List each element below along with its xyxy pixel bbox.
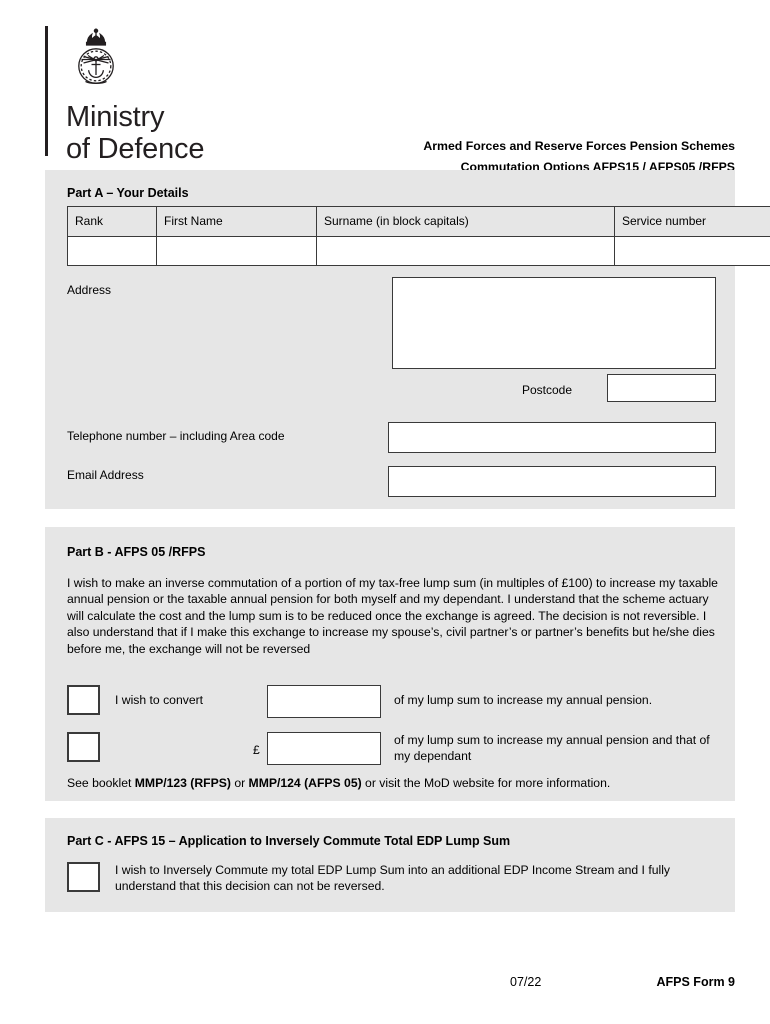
inversely-commute-edp-checkbox[interactable] [67, 862, 100, 892]
table-header-row: Rank First Name Surname (in block capita… [67, 206, 770, 237]
first-name-field[interactable] [156, 236, 317, 266]
mod-crest-icon [68, 26, 204, 97]
convert-amount-field-2[interactable] [267, 732, 381, 765]
table-row [67, 236, 770, 266]
booklet-note: See booklet MMP/123 (RFPS) or MMP/124 (A… [67, 776, 610, 790]
part-c-heading: Part C - AFPS 15 – Application to Invers… [67, 834, 511, 848]
footer-date: 07/22 [510, 975, 542, 989]
part-a-panel: Part A – Your Details Rank First Name Su… [45, 170, 770, 509]
convert-label: I wish to convert [115, 693, 204, 707]
form-page: Ministry of Defence Armed Forces and Res… [0, 0, 770, 1024]
surname-field[interactable] [316, 236, 615, 266]
part-b-option-1: I wish to convert of my lump sum to incr… [67, 685, 724, 718]
column-header-rank: Rank [67, 206, 157, 237]
convert-own-pension-checkbox[interactable] [67, 685, 100, 715]
mod-wordmark-line2: of Defence [66, 133, 205, 165]
postcode-label: Postcode [522, 383, 573, 397]
email-field[interactable] [388, 466, 716, 497]
part-c-option: I wish to Inversely Commute my total EDP… [67, 862, 724, 896]
masthead: Ministry of Defence Armed Forces and Res… [45, 26, 735, 174]
booklet-note-part-1: See booklet [67, 776, 135, 790]
convert-amount-field-1[interactable] [267, 685, 381, 718]
footer-form-number: AFPS Form 9 [656, 975, 736, 989]
email-label: Email Address [67, 468, 144, 482]
booklet-reference-afps05: MMP/124 (AFPS 05) [248, 776, 362, 790]
column-header-surname: Surname (in block capitals) [316, 206, 615, 237]
mod-logo: Ministry of Defence [45, 26, 204, 165]
convert-dependant-pension-checkbox[interactable] [67, 732, 100, 762]
part-b-heading: Part B - AFPS 05 /RFPS [67, 545, 206, 559]
column-header-service-number: Service number [614, 206, 770, 237]
currency-symbol: £ [253, 743, 260, 757]
telephone-field[interactable] [388, 422, 716, 453]
convert-after-text-1: of my lump sum to increase my annual pen… [394, 693, 653, 707]
booklet-note-part-3: or visit the MoD website for more inform… [361, 776, 611, 790]
part-a-heading: Part A – Your Details [67, 186, 189, 200]
mod-wordmark: Ministry of Defence [66, 101, 204, 165]
part-b-panel: Part B - AFPS 05 /RFPS I wish to make an… [45, 527, 735, 801]
convert-after-text-2: of my lump sum to increase my annual pen… [394, 733, 710, 764]
telephone-label: Telephone number – including Area code [67, 429, 285, 443]
your-details-table: Rank First Name Surname (in block capita… [67, 206, 770, 266]
part-b-option-2: £ of my lump sum to increase my annual p… [67, 732, 724, 768]
address-field[interactable] [392, 277, 716, 369]
postcode-field[interactable] [607, 374, 716, 402]
service-number-field[interactable] [614, 236, 770, 266]
mod-wordmark-line1: Ministry [66, 101, 165, 133]
part-b-declaration-text: I wish to make an inverse commutation of… [67, 576, 718, 656]
part-c-declaration-text: I wish to Inversely Commute my total EDP… [115, 863, 671, 894]
booklet-reference-rfps: MMP/123 (RFPS) [134, 776, 231, 790]
part-c-panel: Part C - AFPS 15 – Application to Invers… [45, 818, 735, 912]
address-label: Address [67, 283, 112, 297]
booklet-note-part-2: or [230, 776, 249, 790]
page-footer: 07/22 AFPS Form 9 [45, 975, 735, 995]
column-header-first-name: First Name [156, 206, 317, 237]
scheme-title-primary: Armed Forces and Reserve Forces Pension … [423, 139, 735, 153]
rank-field[interactable] [67, 236, 157, 266]
